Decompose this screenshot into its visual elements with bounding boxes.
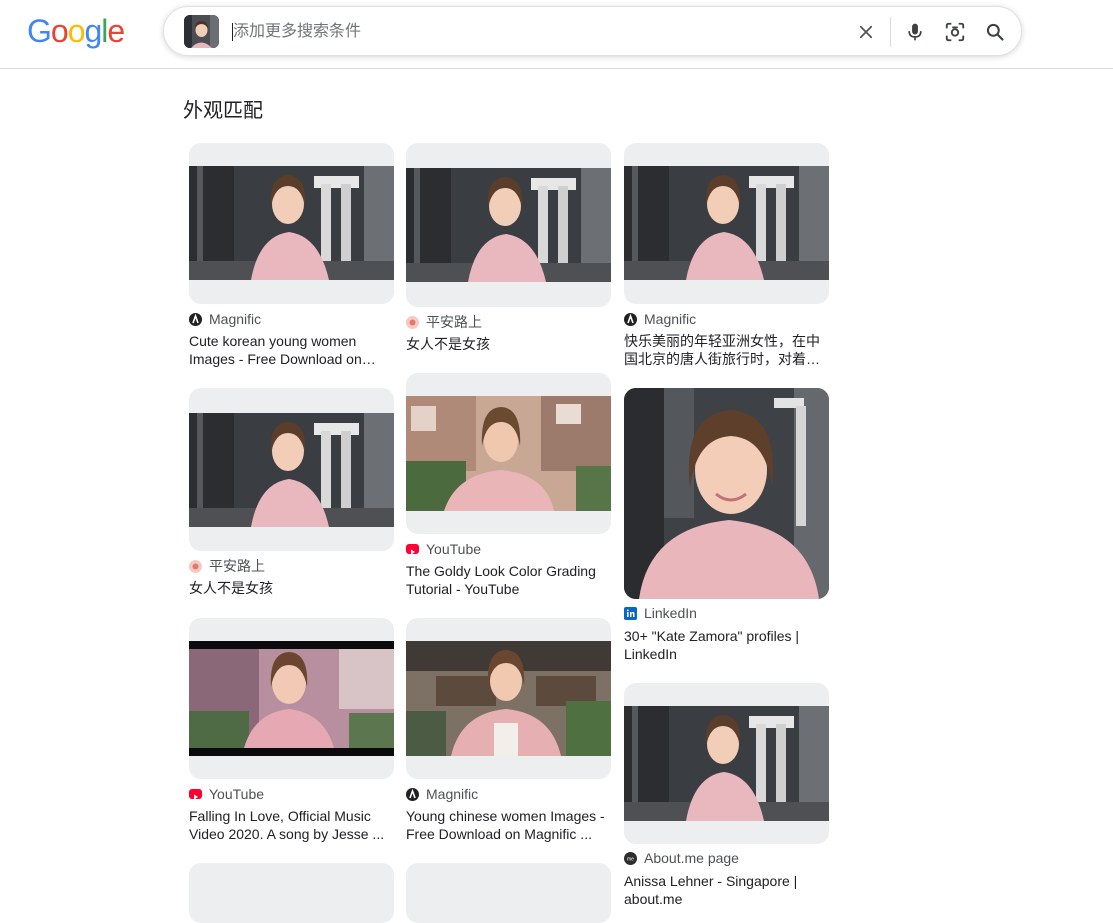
- query-image-thumbnail[interactable]: [184, 15, 219, 48]
- result-image-frame[interactable]: [189, 863, 394, 923]
- result-image: [406, 641, 611, 756]
- result-source[interactable]: Magnific: [406, 785, 478, 803]
- result-image-frame[interactable]: [406, 373, 611, 534]
- result-source-name: Magnific: [209, 311, 262, 327]
- result-image: [189, 166, 394, 280]
- search-icon: [986, 23, 1004, 41]
- microphone-icon: [908, 23, 922, 41]
- result-source-name: YouTube: [426, 541, 482, 557]
- result-title[interactable]: Falling In Love, Official Music Video 20…: [189, 807, 394, 843]
- result-image: [406, 396, 611, 511]
- close-icon: [859, 25, 873, 39]
- result-source[interactable]: 平安路上: [406, 313, 482, 331]
- result-source[interactable]: Magnific: [189, 310, 261, 328]
- result-card[interactable]: YouTube Falling In Love, Official Music …: [189, 618, 394, 842]
- result-card[interactable]: me About.me page Anissa Lehner - Singapo…: [624, 683, 829, 907]
- top-bar: Google: [0, 0, 1113, 69]
- result-image-frame[interactable]: [624, 683, 829, 844]
- result-title[interactable]: Anissa Lehner - Singapore | about.me: [624, 872, 829, 908]
- result-image: [189, 641, 394, 756]
- result-image-frame[interactable]: [189, 143, 394, 304]
- voice-search-button[interactable]: [901, 18, 929, 46]
- linkedin-icon: [624, 606, 637, 620]
- result-title[interactable]: 女人不是女孩: [406, 335, 611, 353]
- search-button[interactable]: [981, 18, 1009, 46]
- result-card[interactable]: Magnific Young chinese women Images - Fr…: [406, 618, 611, 842]
- magnific-icon: [189, 312, 202, 326]
- result-title[interactable]: Young chinese women Images - Free Downlo…: [406, 807, 611, 843]
- result-source-name: LinkedIn: [644, 605, 697, 621]
- magnific-icon: [406, 787, 419, 801]
- search-box[interactable]: [163, 6, 1022, 56]
- result-title[interactable]: 女人不是女孩: [189, 579, 394, 597]
- magnific-icon: [624, 312, 637, 326]
- clear-button[interactable]: [852, 18, 880, 46]
- search-input[interactable]: [233, 19, 773, 45]
- result-image-frame[interactable]: [406, 143, 611, 307]
- aboutme-icon: me: [624, 851, 637, 865]
- result-title[interactable]: Cute korean young women Images - Free Do…: [189, 332, 394, 368]
- result-source-name: 平安路上: [426, 314, 482, 330]
- youtube-icon: [189, 789, 202, 800]
- svg-text:me: me: [627, 856, 634, 862]
- pinganlushang-icon: [189, 559, 202, 573]
- result-image-frame[interactable]: [189, 618, 394, 779]
- result-image: [624, 166, 829, 280]
- result-source[interactable]: 平安路上: [189, 557, 265, 575]
- result-source[interactable]: LinkedIn: [624, 604, 697, 622]
- result-image-frame[interactable]: [624, 143, 829, 304]
- result-card[interactable]: 平安路上 女人不是女孩: [189, 388, 394, 596]
- result-card[interactable]: Magnific Cute korean young women Images …: [189, 143, 394, 367]
- result-source-name: YouTube: [209, 786, 265, 802]
- pinganlushang-icon: [406, 315, 419, 329]
- result-title[interactable]: 快乐美丽的年轻亚洲女性，在中国北京的唐人街旅行时，对着…: [624, 332, 829, 368]
- result-image-frame[interactable]: [406, 618, 611, 779]
- result-source[interactable]: me About.me page: [624, 849, 739, 867]
- logo-letter: e: [107, 13, 125, 49]
- result-source[interactable]: YouTube: [189, 785, 264, 803]
- result-card[interactable]: YouTube The Goldy Look Color Grading Tut…: [406, 373, 611, 597]
- logo-letter: G: [27, 13, 52, 49]
- google-logo[interactable]: Google: [27, 13, 125, 49]
- result-title[interactable]: The Goldy Look Color Grading Tutorial - …: [406, 562, 611, 598]
- result-source-name: 平安路上: [209, 558, 265, 574]
- result-source-name: Magnific: [426, 786, 479, 802]
- result-image-frame[interactable]: [189, 388, 394, 551]
- result-card[interactable]: [189, 863, 394, 923]
- logo-letter: g: [84, 13, 102, 49]
- result-image: [624, 388, 829, 599]
- result-image-frame[interactable]: [624, 388, 829, 599]
- logo-letter: o: [50, 13, 69, 49]
- result-source[interactable]: YouTube: [406, 540, 481, 558]
- result-image: [189, 413, 394, 527]
- result-image-frame[interactable]: [406, 863, 611, 923]
- result-card[interactable]: [406, 863, 611, 923]
- result-card[interactable]: 平安路上 女人不是女孩: [406, 143, 611, 352]
- result-card[interactable]: Magnific 快乐美丽的年轻亚洲女性，在中国北京的唐人街旅行时，对着…: [624, 143, 829, 367]
- result-source-name: About.me page: [644, 850, 739, 866]
- logo-letter: o: [67, 13, 86, 49]
- lens-search-button[interactable]: [941, 18, 969, 46]
- result-image: [624, 706, 829, 821]
- result-image: [406, 168, 611, 282]
- camera-lens-icon: [945, 22, 965, 42]
- result-title[interactable]: 30+ "Kate Zamora" profiles | LinkedIn: [624, 627, 829, 663]
- section-title: 外观匹配: [183, 100, 263, 122]
- result-card[interactable]: LinkedIn 30+ "Kate Zamora" profiles | Li…: [624, 388, 829, 662]
- result-source-name: Magnific: [644, 311, 697, 327]
- search-divider: [890, 17, 891, 47]
- result-source[interactable]: Magnific: [624, 310, 696, 328]
- youtube-icon: [406, 544, 419, 555]
